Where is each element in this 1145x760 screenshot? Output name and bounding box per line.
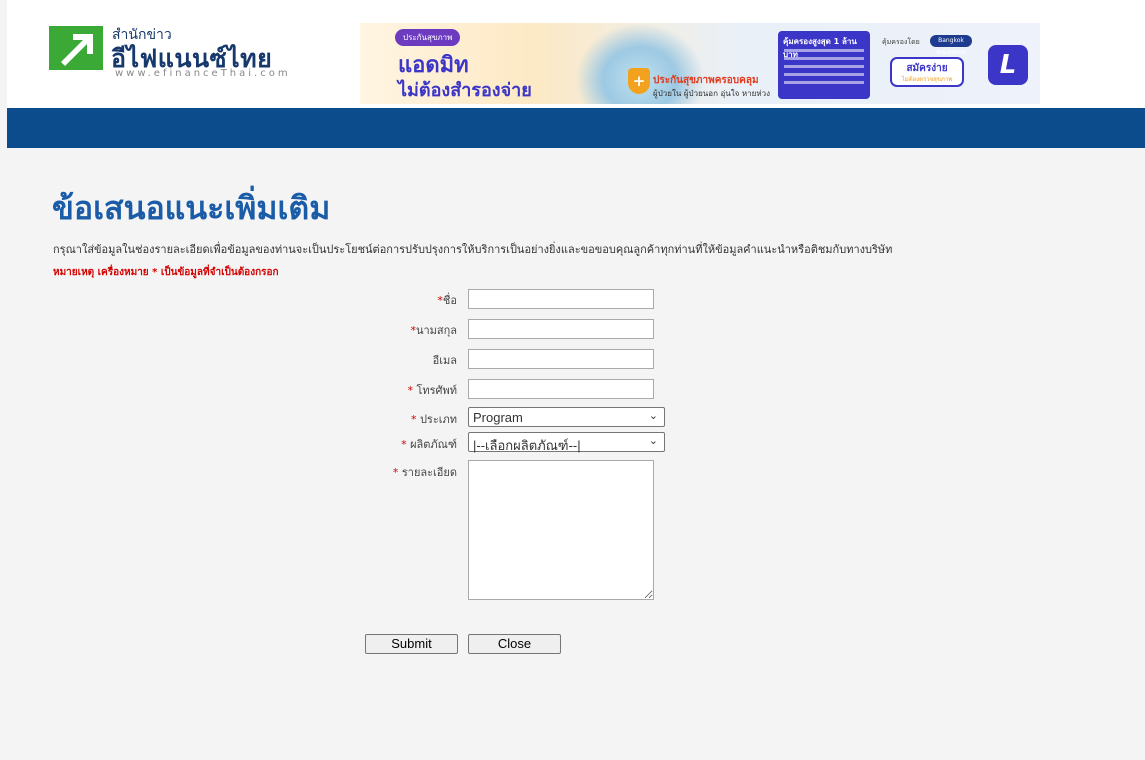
- type-label: * ประเภท: [411, 410, 457, 428]
- detail-textarea[interactable]: [468, 460, 654, 600]
- required-asterisk: *: [407, 384, 413, 397]
- page: สำนักข่าว อีไฟแนนซ์ไทย www.efinanceThai.…: [7, 0, 1145, 760]
- email-label: อีเมล: [433, 351, 457, 369]
- last-name-label-text: นามสกุล: [415, 324, 457, 337]
- insurer-logo: Bangkok Insurance: [930, 35, 972, 56]
- product-label-text: ผลิตภัณฑ์: [410, 438, 457, 451]
- submit-button[interactable]: Submit: [365, 634, 458, 654]
- page-title: ข้อเสนอแนะเพิ่มเติม: [52, 189, 331, 227]
- chevron-down-icon: ⌄: [648, 410, 658, 422]
- first-name-label-text: ชื่อ: [442, 294, 457, 307]
- banner-headline-2: ไม่ต้องสำรองจ่าย: [398, 80, 532, 101]
- banner-box-list: [784, 49, 864, 89]
- plus-shield-icon: +: [628, 68, 650, 94]
- phone-label-text: โทรศัพท์: [416, 384, 457, 397]
- logo-url: www.efinanceThai.com: [115, 68, 291, 79]
- brand-l-logo: L: [988, 45, 1028, 85]
- email-input[interactable]: [468, 349, 654, 369]
- last-name-input[interactable]: [468, 319, 654, 339]
- banner-apply-button[interactable]: สมัครง่าย ไม่ต้องตรวจสุขภาพ: [890, 57, 964, 87]
- close-button[interactable]: Close: [468, 634, 561, 654]
- site-header: สำนักข่าว อีไฟแนนซ์ไทย www.efinanceThai.…: [7, 0, 1145, 108]
- email-label-text: อีเมล: [432, 354, 457, 367]
- product-select-value: |--เลือกผลิตภัณฑ์--|: [473, 438, 581, 453]
- required-asterisk: *: [392, 466, 399, 479]
- required-asterisk: *: [401, 438, 407, 451]
- ad-banner[interactable]: ประกันสุขภาพ แอดมิท ไม่ต้องสำรองจ่าย + ป…: [360, 23, 1040, 104]
- banner-chip: ประกันสุขภาพ: [395, 29, 461, 46]
- banner-insurer-tag: คุ้มครองโดย: [882, 38, 920, 46]
- last-name-label: *นามสกุล: [410, 321, 457, 339]
- first-name-label: *ชื่อ: [437, 291, 457, 309]
- detail-label: * รายละเอียด: [393, 463, 457, 481]
- required-note: หมายเหตุ เครื่องหมาย * เป็นข้อมูลที่จำเป…: [53, 267, 279, 278]
- phone-input[interactable]: [468, 379, 654, 399]
- type-label-text: ประเภท: [419, 413, 457, 426]
- chevron-down-icon: ⌄: [648, 435, 658, 447]
- type-select-value: Program: [473, 410, 523, 425]
- banner-button-sublabel: ไม่ต้องตรวจสุขภาพ: [901, 76, 953, 83]
- banner-subtext: ผู้ป่วยใน ผู้ป่วยนอก อุ่นใจ หายห่วง: [653, 89, 771, 98]
- banner-coverage-box: คุ้มครองสูงสุด 1 ล้านบาท: [778, 31, 870, 99]
- phone-label: * โทรศัพท์: [407, 381, 457, 399]
- arrow-logo-icon: [49, 26, 103, 70]
- product-select[interactable]: |--เลือกผลิตภัณฑ์--| ⌄: [468, 432, 665, 453]
- product-label: * ผลิตภัณฑ์: [401, 435, 457, 453]
- banner-subheadline: ประกันสุขภาพครอบคลุม: [653, 75, 759, 86]
- nav-bar: [7, 108, 1145, 148]
- detail-label-text: รายละเอียด: [401, 466, 457, 479]
- type-select[interactable]: Program ⌄: [468, 407, 665, 427]
- first-name-input[interactable]: [468, 289, 654, 309]
- required-asterisk: *: [410, 413, 417, 426]
- efinancethai-logo[interactable]: สำนักข่าว อีไฟแนนซ์ไทย www.efinanceThai.…: [49, 24, 309, 84]
- page-description: กรุณาใส่ข้อมูลในช่องรายละเอียดเพื่อข้อมู…: [53, 243, 893, 256]
